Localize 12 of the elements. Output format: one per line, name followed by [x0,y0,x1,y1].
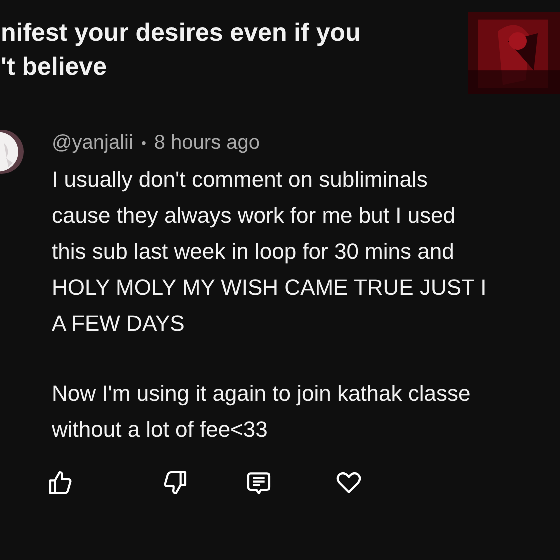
comment-time: 8 hours ago [154,131,260,156]
comment-text-line: cause they always work for me but I used [52,202,457,230]
comment-text-line: A FEW DAYS [52,310,186,338]
comment-text-line: Now I'm using it again to join kathak classe [52,380,472,408]
comment-text-line: HOLY MOLY MY WISH CAME TRUE JUST I [52,274,487,302]
video-title-line: 't believe [1,52,108,83]
separator-dot: • [141,134,146,153]
comment-text-line: without a lot of fee<33 [52,416,269,444]
comment-text-line: I usually don't comment on subliminals [52,166,429,194]
comment-author[interactable]: @yanjalii [52,128,134,158]
video-title-line: nifest your desires even if you [1,18,361,49]
comment-text-line: this sub last week in loop for 30 mins and [52,238,456,266]
